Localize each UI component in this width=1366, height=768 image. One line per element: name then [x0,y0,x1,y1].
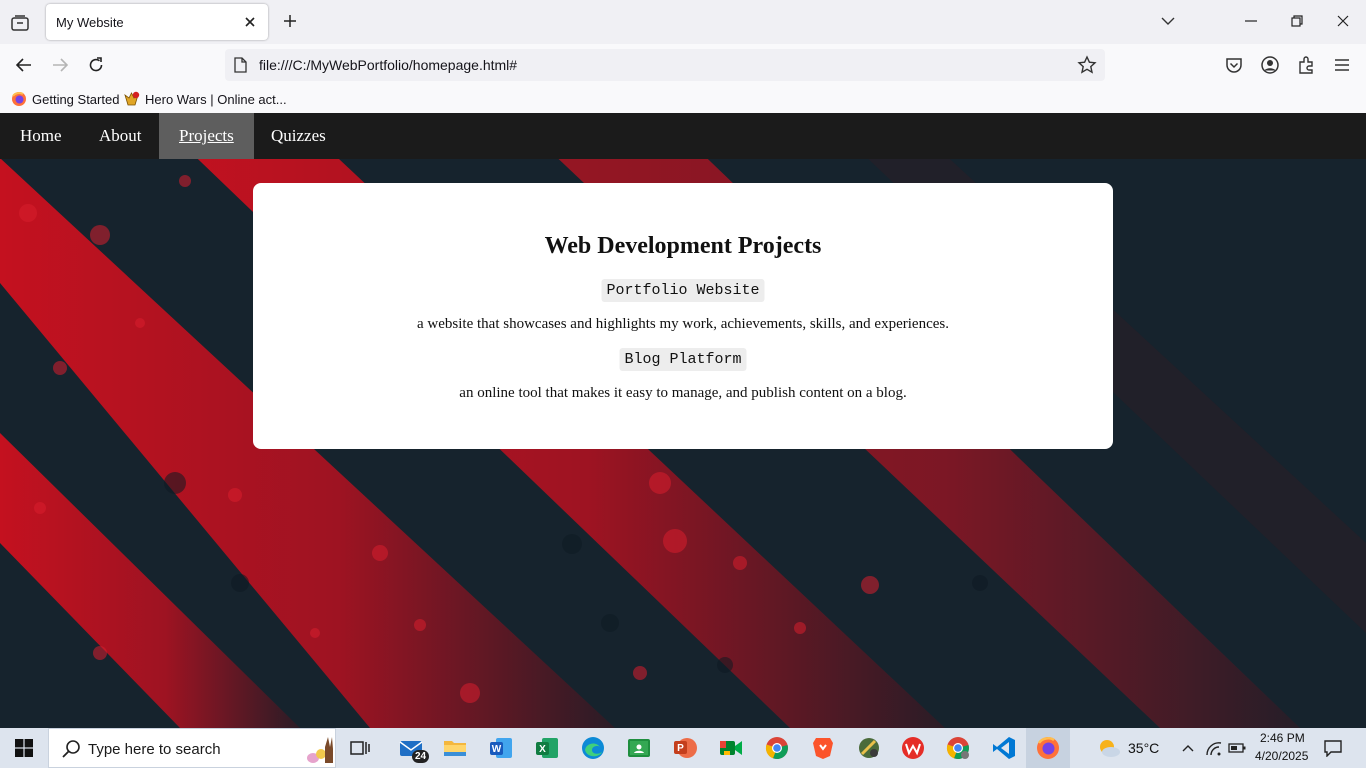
pocket-icon[interactable] [1222,53,1246,77]
search-icon [62,740,80,758]
nav-about-link[interactable]: About [79,113,162,159]
bookmark-hero-wars[interactable]: Hero Wars | Online act... [123,91,287,107]
project-description: an online tool that makes it easy to man… [459,385,907,401]
browser-toolbar: file:///C:/MyWebPortfolio/homepage.html# [0,44,1366,86]
meet-icon[interactable] [715,732,747,764]
weather-icon[interactable] [1094,732,1124,764]
bookmark-getting-started[interactable]: Getting Started [11,91,119,107]
bookmark-label: Hero Wars | Online act... [145,91,287,107]
mail-icon[interactable]: 24 [396,732,430,764]
file-explorer-icon[interactable] [439,732,471,764]
weather-temperature[interactable]: 35°C [1128,740,1159,756]
wps-office-icon[interactable] [897,732,929,764]
project-description: a website that showcases and highlights … [417,316,949,332]
extensions-icon[interactable] [1294,53,1318,77]
browser-tab[interactable]: My Website [46,4,268,40]
easter-decoration-icon [307,737,333,763]
nav-home-link[interactable]: Home [0,113,82,159]
task-view-icon[interactable] [344,732,376,764]
taskbar: Type here to search 24 W X P 35°C 2:46 P… [0,728,1366,768]
tab-bar: My Website [0,0,1366,44]
taskbar-search-box[interactable]: Type here to search [48,728,336,768]
chevron-down-icon[interactable] [1153,6,1183,36]
url-bar[interactable]: file:///C:/MyWebPortfolio/homepage.html# [225,49,1105,81]
projects-card: Web Development Projects Portfolio Websi… [253,183,1113,449]
vscode-icon[interactable] [988,732,1020,764]
forward-arrow-icon[interactable] [46,51,74,79]
page-icon [234,57,247,78]
mail-badge: 24 [412,750,430,763]
page-viewport: Home About Projects Quizzes Web Developm… [0,113,1366,728]
svg-text:W: W [492,744,502,755]
word-icon[interactable]: W [485,732,517,764]
project-name: Portfolio Website [601,279,765,302]
search-placeholder: Type here to search [88,741,221,758]
nav-projects-link[interactable]: Projects [159,113,254,159]
svg-text:P: P [677,743,684,754]
network-icon[interactable] [1203,732,1225,764]
nav-quizzes-link[interactable]: Quizzes [251,113,346,159]
windows-start-icon[interactable] [0,728,48,768]
account-icon[interactable] [1258,53,1282,77]
restore-icon[interactable] [1282,6,1312,36]
clock-date[interactable]: 4/20/2025 [1255,749,1308,763]
tab-title: My Website [56,15,124,30]
bookmarks-bar: Getting Started Hero Wars | Online act..… [0,86,1366,113]
classroom-icon[interactable] [623,732,655,764]
excel-icon[interactable]: X [531,732,563,764]
project-name: Blog Platform [619,348,747,371]
minimize-icon[interactable] [1236,6,1266,36]
url-text: file:///C:/MyWebPortfolio/homepage.html# [259,57,518,73]
menu-icon[interactable] [1330,53,1354,77]
clock-time[interactable]: 2:46 PM [1260,731,1305,745]
notification-icon[interactable] [1318,732,1348,764]
tray-chevron-up-icon[interactable] [1178,732,1198,764]
site-navigation: Home About Projects Quizzes [0,113,1366,159]
firefox-icon [12,91,26,106]
page-title: Web Development Projects [544,233,822,259]
reload-icon[interactable] [82,51,110,79]
close-window-icon[interactable] [1328,6,1358,36]
firefox-taskbar-icon[interactable] [1026,728,1070,768]
chrome-profile-icon[interactable] [942,732,974,764]
chrome-icon[interactable] [761,732,793,764]
powerpoint-icon[interactable]: P [669,732,701,764]
back-arrow-icon[interactable] [10,51,38,79]
bookmark-star-icon[interactable] [1077,55,1097,75]
svg-text:X: X [539,744,546,755]
new-tab-icon[interactable] [278,9,302,33]
battery-icon[interactable] [1226,732,1248,764]
tab-list-icon[interactable] [6,9,34,37]
edge-icon[interactable] [577,732,609,764]
hero-wars-icon [124,91,140,106]
bookmark-label: Getting Started [32,91,120,107]
close-icon[interactable] [240,12,260,32]
pc-app-icon[interactable] [853,732,885,764]
brave-icon[interactable] [807,732,839,764]
